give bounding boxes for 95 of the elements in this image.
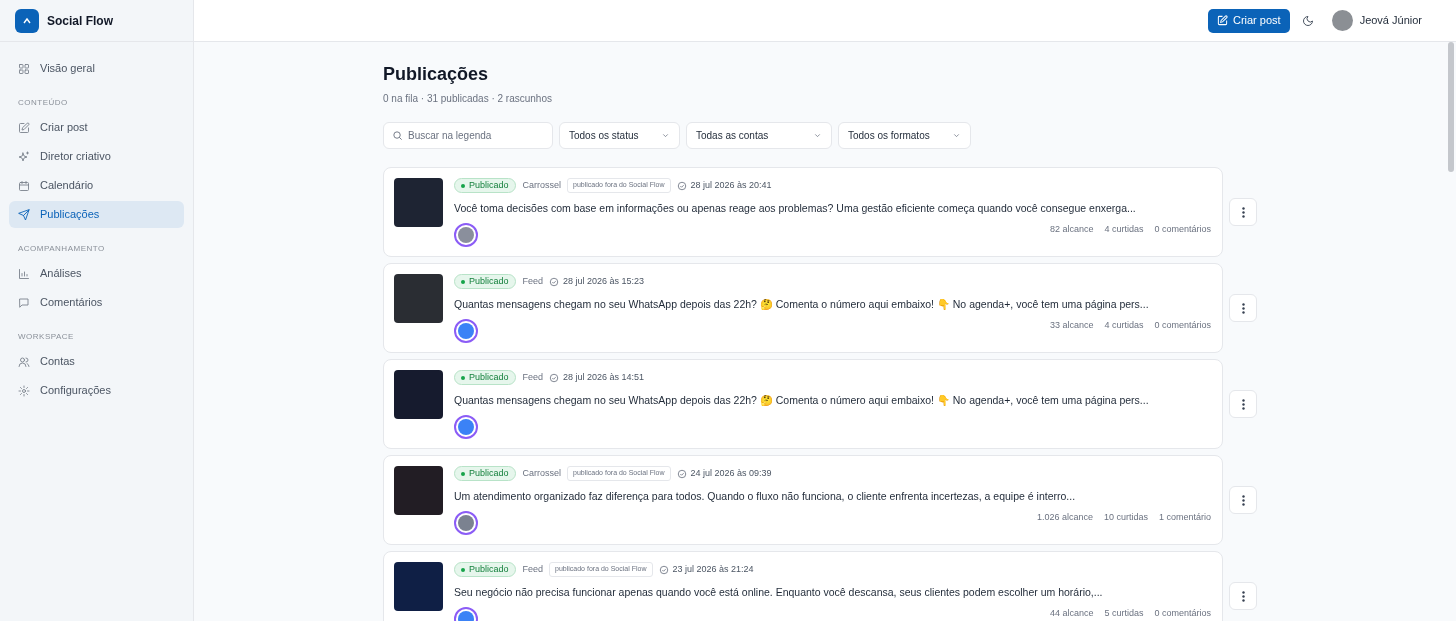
- post-metric: 4 curtidas: [1104, 318, 1144, 332]
- sidebar-item[interactable]: Comentários: [9, 289, 184, 316]
- scrollbar[interactable]: [1448, 42, 1454, 172]
- thumbnail-placeholder: [394, 178, 443, 227]
- search-icon: [392, 130, 403, 141]
- post-metric: 82 alcance: [1049, 222, 1094, 236]
- post-card[interactable]: [383, 263, 1223, 353]
- calendar-icon: [18, 179, 30, 192]
- post-card[interactable]: [383, 455, 1223, 545]
- post-card[interactable]: [383, 551, 1223, 621]
- account-avatar: [454, 222, 478, 247]
- post-metric: 4 curtidas: [1104, 222, 1144, 236]
- post-metric: 1 comentário: [1158, 510, 1211, 524]
- post-caption: Seu negócio não precisa funcionar apenas quando você está online. Enquanto você descansa, seus clientes podem escolher um horário,...: [454, 585, 1104, 600]
- page-summary: 0 na fila · 31 publicadas · 2 rascunhos: [383, 92, 553, 106]
- section-heading: ACOMPANHAMENTO: [17, 243, 106, 255]
- sidebar-item[interactable]: Visão geral: [9, 55, 184, 82]
- settings-icon: [18, 384, 30, 397]
- account-avatar: [454, 414, 478, 439]
- more-vertical-icon: [1241, 206, 1245, 218]
- edit-icon: [1216, 15, 1228, 26]
- users-icon: [18, 355, 30, 368]
- send-icon: [18, 208, 30, 221]
- clock-check-icon: [676, 468, 687, 479]
- more-vertical-icon: [1241, 494, 1245, 506]
- filter-dropdown[interactable]: Todos os formatos: [838, 122, 971, 149]
- grid-icon: [18, 62, 30, 75]
- post-metric: 5 curtidas: [1104, 606, 1144, 620]
- post-date: 28 jul 2026 às 14:51: [563, 370, 645, 384]
- post-format: Carrossel: [522, 466, 562, 480]
- sidebar-item[interactable]: Diretor criativo: [9, 143, 184, 170]
- thumbnail-placeholder: [394, 274, 443, 323]
- avatar[interactable]: [1331, 10, 1353, 31]
- section-heading: WORKSPACE: [17, 331, 75, 343]
- post-caption: Um atendimento organizado faz diferença para todos. Quando o fluxo não funciona, o cliente enfrenta incertezas, a equipe é interro...: [454, 489, 1077, 504]
- status-badge: Publicado: [454, 178, 516, 193]
- post-metric: 0 comentários: [1154, 606, 1211, 620]
- status-badge: Publicado: [454, 370, 516, 385]
- post-format: Feed: [522, 274, 544, 288]
- status-badge: Publicado: [454, 274, 516, 289]
- post-date: 23 jul 2026 às 21:24: [672, 562, 754, 576]
- bar-chart-icon: [18, 267, 30, 280]
- chevron-down-icon: [952, 131, 961, 140]
- post-date: 28 jul 2026 às 15:23: [563, 274, 645, 288]
- user-name[interactable]: Jeová Júnior: [1359, 12, 1422, 29]
- sidebar-item[interactable]: Publicações: [9, 201, 184, 228]
- post-metric: 1.026 alcance: [1036, 510, 1093, 524]
- clock-check-icon: [549, 372, 560, 383]
- post-format: Carrossel: [522, 178, 562, 192]
- post-metric: 0 comentários: [1154, 318, 1211, 332]
- app-name: Social Flow: [47, 12, 113, 30]
- clock-check-icon: [549, 276, 560, 287]
- filter-dropdown[interactable]: Todos os status: [559, 122, 680, 149]
- post-caption: Quantas mensagens chegam no seu WhatsApp depois das 22h? 🤔 Comenta o número aqui embaixo! 👇 No agenda+, você tem uma página pers...: [454, 393, 1150, 408]
- post-format: Feed: [522, 562, 544, 576]
- post-card[interactable]: Publicado Feed 28 jul 2026 às 14:51 Quantas mensagens chegam no seu WhatsApp depois das 22h? 🤔 Comenta o número aqui embaixo! 👇 No agenda+, você tem uma página pers...: [383, 359, 1223, 449]
- sidebar-item[interactable]: Criar post: [9, 114, 184, 141]
- post-date: 28 jul 2026 às 20:41: [690, 178, 772, 192]
- status-badge: Publicado: [454, 466, 516, 481]
- post-caption: Você toma decisões com base em informações ou apenas reage aos problemas? Uma gestão eficiente começa quando você consegue enxerga...: [454, 201, 1137, 216]
- create-post-button[interactable]: Criar post: [1207, 8, 1290, 33]
- post-metric: 44 alcance: [1049, 606, 1094, 620]
- sidebar-item[interactable]: Contas: [9, 348, 184, 375]
- sidebar-item[interactable]: Calendário: [9, 172, 184, 199]
- account-avatar: [454, 510, 478, 535]
- moon-icon[interactable]: [1301, 14, 1314, 27]
- sidebar-item[interactable]: Análises: [9, 260, 184, 287]
- post-card[interactable]: [383, 167, 1223, 257]
- message-icon: [18, 296, 30, 309]
- chevron-down-icon: [813, 131, 822, 140]
- post-date: 24 jul 2026 às 09:39: [690, 466, 772, 480]
- chevron-down-icon: [661, 131, 670, 140]
- more-vertical-icon: [1241, 398, 1245, 410]
- thumbnail-placeholder: [394, 562, 443, 611]
- post-format: Feed: [522, 370, 544, 384]
- post-metric: 0 comentários: [1154, 222, 1211, 236]
- more-vertical-icon: [1241, 590, 1245, 602]
- sparkles-icon: [18, 150, 30, 163]
- page-title: Publicações: [383, 63, 490, 86]
- thumbnail-placeholder: [394, 370, 443, 419]
- filter-dropdown[interactable]: Todas as contas: [686, 122, 832, 149]
- clock-check-icon: [676, 180, 687, 191]
- account-avatar: [454, 318, 478, 343]
- clock-check-icon: [658, 564, 669, 575]
- status-badge: Publicado: [454, 562, 516, 577]
- more-vertical-icon: [1241, 302, 1245, 314]
- section-heading: CONTEÚDO: [17, 97, 69, 109]
- post-caption: Quantas mensagens chegam no seu WhatsApp depois das 22h? 🤔 Comenta o número aqui embaixo! 👇 No agenda+, você tem uma página pers...: [454, 297, 1150, 312]
- sidebar-item[interactable]: Configurações: [9, 377, 184, 404]
- edit-icon: [18, 121, 30, 134]
- logo-icon: [15, 8, 39, 33]
- thumbnail-placeholder: [394, 466, 443, 515]
- search-field[interactable]: Buscar na legenda: [383, 122, 553, 149]
- post-metric: 10 curtidas: [1103, 510, 1148, 524]
- post-metric: 33 alcance: [1049, 318, 1094, 332]
